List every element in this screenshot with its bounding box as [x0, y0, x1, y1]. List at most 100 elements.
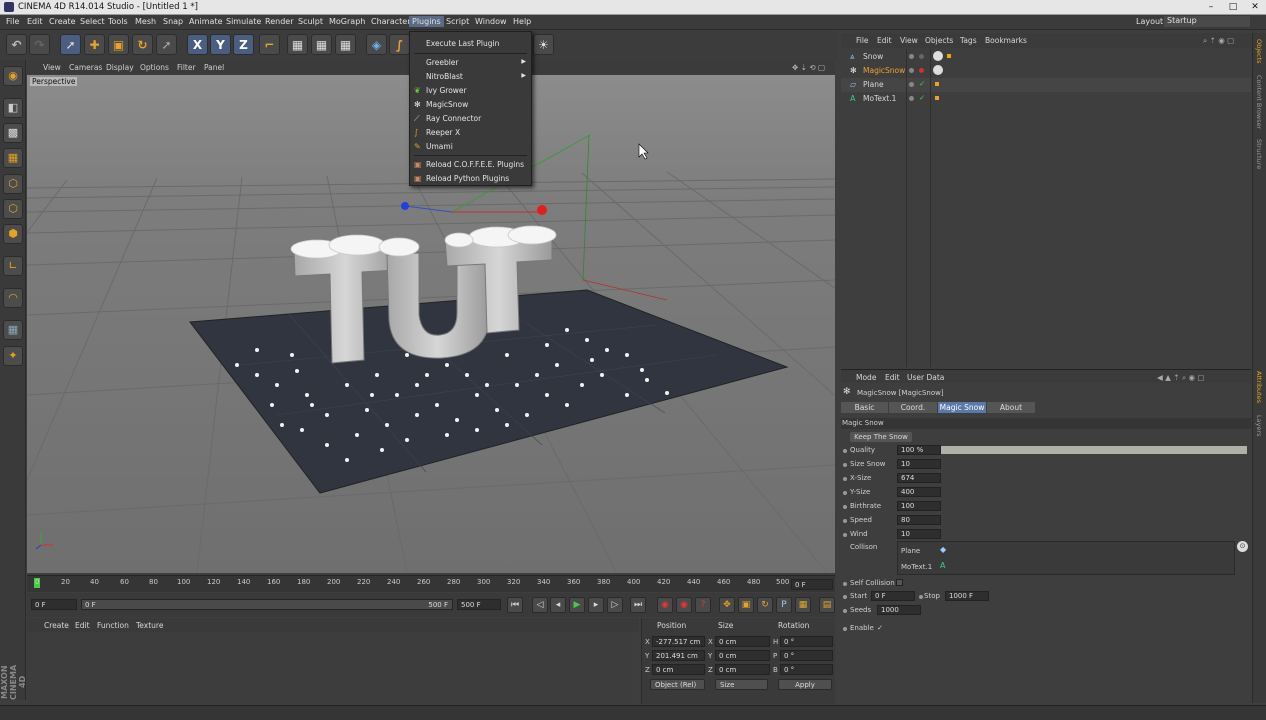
redo-icon[interactable]: ↷: [29, 34, 50, 55]
rotation-h-field[interactable]: 0 °: [780, 636, 833, 647]
layout-select[interactable]: Startup: [1164, 16, 1250, 27]
size-y-field[interactable]: 0 cm: [715, 650, 770, 661]
tab-attributes[interactable]: Attributes: [1255, 371, 1263, 403]
render-settings-icon[interactable]: ▦: [335, 34, 356, 55]
menu-item-reeper-x[interactable]: ∫ Reeper X: [410, 126, 531, 139]
menu-tools[interactable]: Tools: [108, 17, 128, 26]
go-to-start-icon[interactable]: ⏮: [507, 597, 523, 613]
viewport-menu-filter[interactable]: Filter: [177, 63, 196, 72]
move-tool-icon[interactable]: ✚: [84, 34, 105, 55]
menu-window[interactable]: Window: [475, 17, 507, 26]
material-menu-function[interactable]: Function: [97, 621, 129, 630]
coordinate-system-icon[interactable]: ⌐: [259, 34, 280, 55]
next-key-icon[interactable]: ▷: [607, 597, 623, 613]
position-y-field[interactable]: 201.491 cm: [652, 650, 705, 661]
z-axis-icon[interactable]: Z: [233, 34, 254, 55]
menu-sculpt[interactable]: Sculpt: [298, 17, 323, 26]
spline-pen-icon[interactable]: ∫: [389, 34, 410, 55]
rotation-p-field[interactable]: 0 °: [780, 650, 833, 661]
y-size-field[interactable]: 400: [897, 487, 941, 497]
objects-menu-bookmarks[interactable]: Bookmarks: [985, 36, 1027, 45]
menu-mesh[interactable]: Mesh: [135, 17, 156, 26]
menu-create[interactable]: Create: [49, 17, 76, 26]
render-view-icon[interactable]: ▦: [287, 34, 308, 55]
tab-content-browser[interactable]: Content Browser: [1255, 75, 1263, 129]
menu-select[interactable]: Select: [80, 17, 105, 26]
object-row-magicsnow[interactable]: ✻ MagicSnow: [841, 64, 1251, 78]
material-manager-area[interactable]: [27, 632, 639, 704]
list-options-icon[interactable]: ⊙: [1237, 541, 1248, 552]
coordinate-mode-select[interactable]: Object (Rel): [650, 679, 705, 690]
menu-snap[interactable]: Snap: [163, 17, 183, 26]
autokey-icon[interactable]: ◉: [676, 597, 692, 613]
collision-item-motext[interactable]: MoText.1: [901, 563, 932, 571]
enable-checkbox[interactable]: ✓: [877, 624, 883, 632]
record-pla-icon[interactable]: ▦: [795, 597, 811, 613]
material-menu-texture[interactable]: Texture: [136, 621, 163, 630]
start-frame-field[interactable]: 0 F: [31, 599, 77, 610]
points-mode-icon[interactable]: ⬡: [3, 174, 23, 194]
record-scale-icon[interactable]: ▣: [738, 597, 754, 613]
size-z-field[interactable]: 0 cm: [715, 664, 770, 675]
stop-frame-field[interactable]: 1000 F: [945, 591, 989, 601]
minimize-button[interactable]: –: [1200, 1, 1222, 13]
viewport-menu-view[interactable]: View: [43, 63, 61, 72]
objects-menu-edit[interactable]: Edit: [877, 36, 892, 45]
rotation-b-field[interactable]: 0 °: [780, 664, 833, 675]
menu-help[interactable]: Help: [513, 17, 531, 26]
lock-workplane-icon[interactable]: ✦: [3, 346, 23, 366]
start-frame-attr-field[interactable]: 0 F: [871, 591, 915, 601]
tab-magic-snow[interactable]: Magic Snow: [938, 402, 986, 413]
menu-item-reload-coffee[interactable]: ▣ Reload C.O.F.F.E.E. Plugins: [410, 158, 531, 171]
menu-item-magicsnow[interactable]: ✻ MagicSnow: [410, 98, 531, 111]
undo-icon[interactable]: ↶: [6, 34, 27, 55]
axis-mode-icon[interactable]: ∟: [3, 256, 23, 276]
cube-icon[interactable]: ◈: [366, 34, 387, 55]
objects-menu-tags[interactable]: Tags: [960, 36, 977, 45]
object-row-snow[interactable]: ⩓ Snow: [841, 50, 1251, 64]
position-z-field[interactable]: 0 cm: [652, 664, 705, 675]
texture-mode-icon[interactable]: ▩: [3, 123, 23, 143]
scale-tool-icon[interactable]: ▣: [108, 34, 129, 55]
size-x-field[interactable]: 0 cm: [715, 636, 770, 647]
menu-item-execute-last-plugin[interactable]: Execute Last Plugin: [410, 37, 531, 50]
current-frame-field[interactable]: 0 F: [791, 579, 833, 590]
select-tool-icon[interactable]: ➚: [60, 34, 81, 55]
objects-menu-objects[interactable]: Objects: [925, 36, 953, 45]
size-mode-select[interactable]: Size: [715, 679, 768, 690]
timeline-ruler[interactable]: 0 20 40 60 80 100 120 140 160 180 200 22…: [27, 575, 835, 592]
previous-key-icon[interactable]: ◁: [532, 597, 548, 613]
tab-basic[interactable]: Basic: [841, 402, 888, 413]
viewport-nav-icon[interactable]: ✥ ⇣ ⟲ ▢: [792, 63, 825, 72]
menu-plugins[interactable]: Plugins: [409, 16, 444, 27]
x-axis-icon[interactable]: X: [187, 34, 208, 55]
object-row-motext[interactable]: A MoText.1 ✓: [841, 92, 1251, 106]
quality-slider[interactable]: [941, 446, 1247, 454]
viewport-menu-display[interactable]: Display: [106, 63, 134, 72]
record-position-icon[interactable]: ✥: [719, 597, 735, 613]
recent-tool-icon[interactable]: ➚: [156, 34, 177, 55]
menu-item-ray-connector[interactable]: ⟋ Ray Connector: [410, 112, 531, 125]
previous-frame-icon[interactable]: ◂: [550, 597, 566, 613]
tab-layers[interactable]: Layers: [1255, 415, 1263, 437]
workplane-icon[interactable]: ▦: [3, 148, 23, 168]
material-menu-create[interactable]: Create: [44, 621, 69, 630]
render-picture-viewer-icon[interactable]: ▦: [311, 34, 332, 55]
timeline-menu-icon[interactable]: ▤: [819, 597, 835, 613]
attr-nav-icons[interactable]: ◀ ▲ ⇡ ⌕ ◉ ▢: [1157, 373, 1205, 383]
tab-structure[interactable]: Structure: [1255, 139, 1263, 169]
make-editable-icon[interactable]: ◉: [3, 66, 23, 86]
quality-field[interactable]: 100 %: [897, 445, 941, 455]
menu-item-ivy-grower[interactable]: ❦ Ivy Grower: [410, 84, 531, 97]
wind-field[interactable]: 10: [897, 529, 941, 539]
menu-file[interactable]: File: [6, 17, 19, 26]
maximize-button[interactable]: □: [1222, 1, 1244, 13]
speed-field[interactable]: 80: [897, 515, 941, 525]
edges-mode-icon[interactable]: ⬡: [3, 199, 23, 219]
menu-item-greebler[interactable]: Greebler ▶: [410, 56, 531, 69]
light-icon[interactable]: ☀: [533, 34, 554, 55]
magnet-icon[interactable]: ◠: [3, 288, 23, 308]
size-snow-field[interactable]: 10: [897, 459, 941, 469]
play-icon[interactable]: ▶: [569, 597, 585, 613]
record-parameter-icon[interactable]: P: [776, 597, 792, 613]
